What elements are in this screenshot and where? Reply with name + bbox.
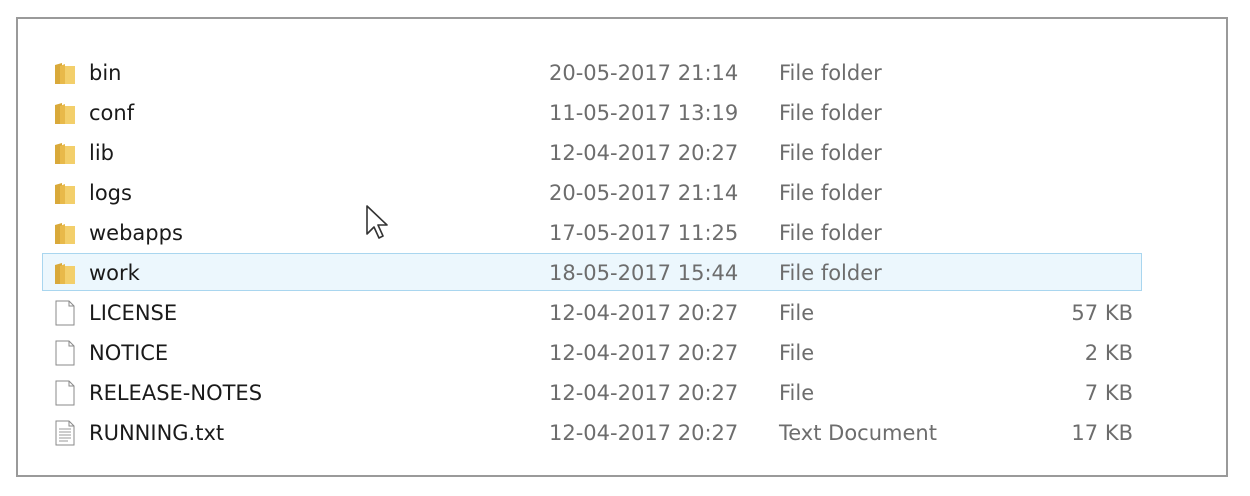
file-name: RUNNING.txt [89, 421, 225, 445]
file-type: File folder [779, 261, 882, 285]
file-type: File folder [779, 221, 882, 245]
file-date-modified: 18-05-2017 15:44 [549, 261, 739, 285]
file-size: 57 KB [1071, 301, 1133, 325]
file-type: File folder [779, 141, 882, 165]
file-row-notice[interactable]: NOTICE 12-04-2017 20:27 File 2 KB [42, 333, 1142, 371]
file-row-work[interactable]: work 18-05-2017 15:44 File folder [42, 253, 1142, 291]
file-row-release-notes[interactable]: RELEASE-NOTES 12-04-2017 20:27 File 7 KB [42, 373, 1142, 411]
file-name: LICENSE [89, 301, 178, 325]
folder-icon [55, 223, 75, 244]
file-row-lib[interactable]: lib 12-04-2017 20:27 File folder [42, 133, 1142, 171]
file-name: webapps [89, 221, 183, 245]
text-document-icon [55, 420, 75, 446]
file-date-modified: 20-05-2017 21:14 [549, 61, 739, 85]
file-date-modified: 11-05-2017 13:19 [549, 101, 739, 125]
file-row-license[interactable]: LICENSE 12-04-2017 20:27 File 57 KB [42, 293, 1142, 331]
file-name: work [89, 261, 140, 285]
file-type: File folder [779, 61, 882, 85]
file-date-modified: 12-04-2017 20:27 [549, 381, 739, 405]
file-name: conf [89, 101, 135, 125]
folder-icon [55, 183, 75, 204]
file-type: File folder [779, 181, 882, 205]
folder-icon [55, 103, 75, 124]
file-name: logs [89, 181, 132, 205]
file-date-modified: 12-04-2017 20:27 [549, 341, 739, 365]
file-size: 7 KB [1084, 381, 1133, 405]
file-date-modified: 20-05-2017 21:14 [549, 181, 739, 205]
file-icon [55, 380, 75, 406]
file-row-running-txt[interactable]: RUNNING.txt 12-04-2017 20:27 Text Docume… [42, 413, 1142, 451]
file-name: RELEASE-NOTES [89, 381, 263, 405]
file-icon [55, 340, 75, 366]
folder-icon [55, 63, 75, 84]
file-type: File folder [779, 101, 882, 125]
file-row-bin[interactable]: bin 20-05-2017 21:14 File folder [42, 53, 1142, 91]
file-size: 17 KB [1071, 421, 1133, 445]
file-type: File [779, 381, 815, 405]
file-size: 2 KB [1084, 341, 1133, 365]
file-row-webapps[interactable]: webapps 17-05-2017 11:25 File folder [42, 213, 1142, 251]
file-icon [55, 300, 75, 326]
file-date-modified: 12-04-2017 20:27 [549, 141, 739, 165]
file-date-modified: 17-05-2017 11:25 [549, 221, 739, 245]
folder-icon [55, 143, 75, 164]
file-type: File [779, 341, 815, 365]
file-type: File [779, 301, 815, 325]
mouse-cursor-icon [366, 205, 388, 239]
file-row-logs[interactable]: logs 20-05-2017 21:14 File folder [42, 173, 1142, 211]
file-date-modified: 12-04-2017 20:27 [549, 301, 739, 325]
file-date-modified: 12-04-2017 20:27 [549, 421, 739, 445]
file-explorer-window: bin 20-05-2017 21:14 File folder conf 11… [16, 17, 1228, 477]
file-name: bin [89, 61, 122, 85]
file-name: lib [89, 141, 114, 165]
folder-icon [55, 263, 75, 284]
file-type: Text Document [779, 421, 937, 445]
file-name: NOTICE [89, 341, 169, 365]
file-row-conf[interactable]: conf 11-05-2017 13:19 File folder [42, 93, 1142, 131]
